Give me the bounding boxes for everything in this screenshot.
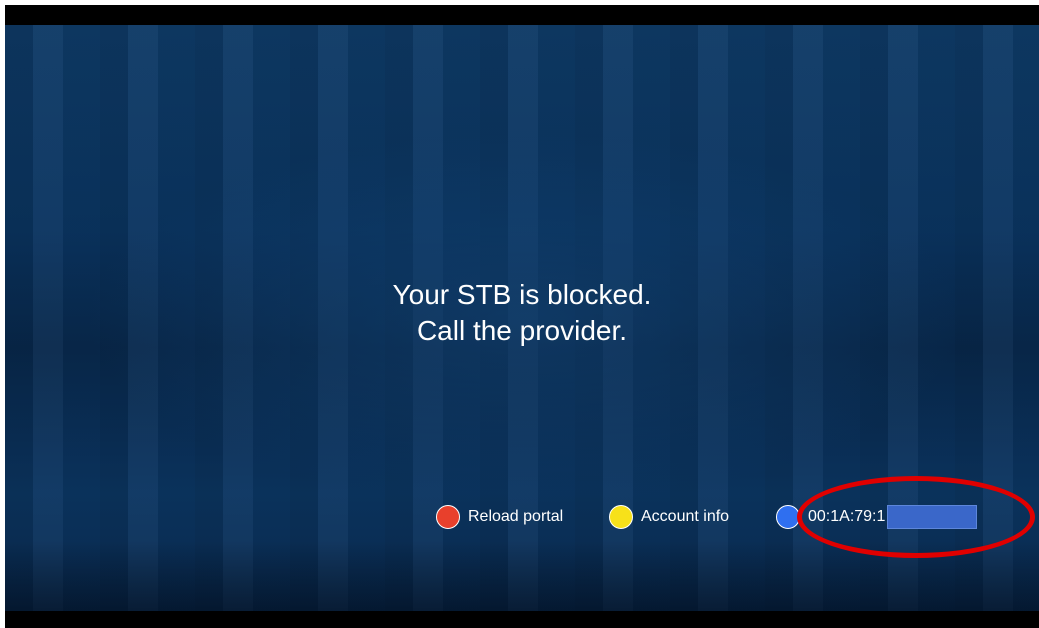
account-info-button[interactable]: Account info (609, 504, 729, 530)
mac-address-value: 00:1A:79:1 (808, 508, 886, 525)
letterbox-top (5, 5, 1039, 25)
blue-key-icon (776, 505, 800, 529)
blocked-message: Your STB is blocked. Call the provider. (0, 277, 1039, 349)
blocked-message-line-1: Your STB is blocked. (392, 279, 652, 310)
blocked-message-line-2: Call the provider. (416, 315, 628, 346)
reload-portal-button[interactable]: Reload portal (436, 504, 563, 530)
mac-redaction-box (887, 505, 978, 529)
mac-address-button[interactable]: 00:1A:79:1 (776, 504, 978, 530)
letterbox-bottom (5, 611, 1039, 628)
red-key-icon (436, 505, 460, 529)
mac-address: 00:1A:79:1 (808, 505, 978, 529)
reload-portal-label: Reload portal (468, 508, 564, 525)
yellow-key-icon (609, 505, 633, 529)
account-info-label: Account info (641, 508, 730, 525)
